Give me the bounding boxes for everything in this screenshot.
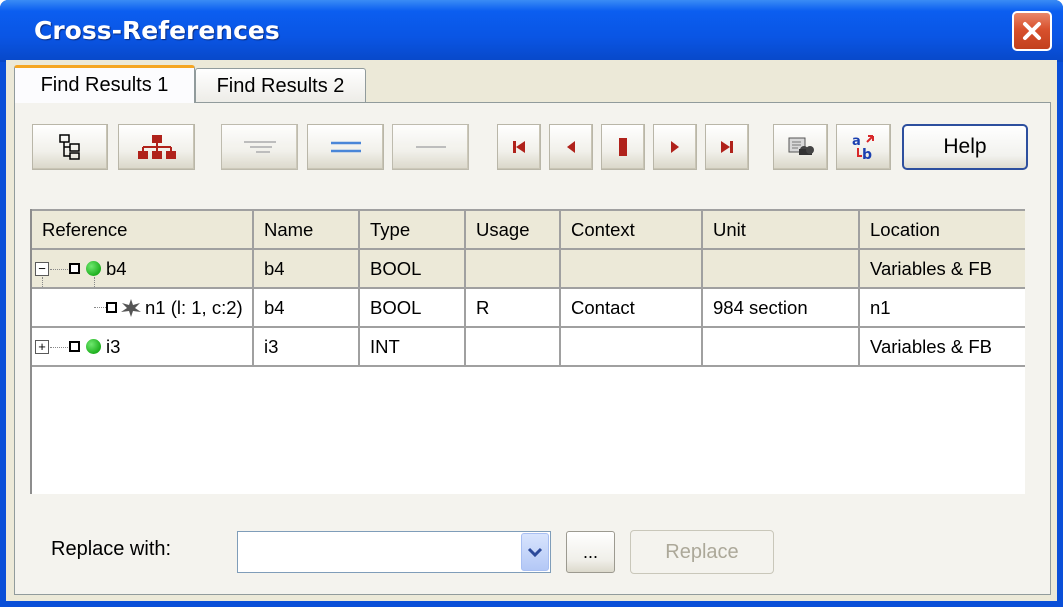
tree-view-icon [59,134,80,160]
tree-line [50,347,68,348]
column-header-reference[interactable]: Reference [32,211,254,248]
type-cell: INT [360,328,466,365]
location-cell: Variables & FB [870,257,993,279]
hierarchy-icon [137,135,176,159]
table-row[interactable]: + i3 i3 INT Variables & FB [32,328,1025,367]
column-header-context[interactable]: Context [561,211,703,248]
close-button[interactable] [1012,11,1052,51]
reference-label: i3 [106,336,121,357]
reference-cell: − b4 [32,250,254,287]
title-bar[interactable]: Cross-References [0,0,1063,62]
reference-cell: + i3 [32,328,254,365]
status-dot-icon [86,261,101,276]
previous-icon [567,141,575,153]
tab-find-results-1[interactable]: Find Results 1 [14,65,195,103]
column-header-type[interactable]: Type [360,211,466,248]
tab-find-results-2[interactable]: Find Results 2 [195,68,366,104]
status-dot-icon [86,339,101,354]
grid-header: Reference Name Type Usage Context Unit L… [32,209,1025,250]
svg-text:a: a [852,134,861,149]
location-cell: n1 [870,296,891,318]
tree-line [50,269,68,270]
find-button[interactable] [773,124,828,170]
checkbox-icon[interactable] [69,341,80,352]
filter-lines-button[interactable] [221,124,298,170]
replace-with-label: Replace with: [51,538,172,560]
hierarchy-button[interactable] [118,124,195,170]
name-cell: b4 [254,289,360,326]
context-cell [561,250,703,287]
results-grid: Reference Name Type Usage Context Unit L… [30,209,1025,494]
dropdown-button[interactable] [521,533,549,571]
table-row[interactable]: − b4 b4 BOOL Variables & FB [32,250,1025,289]
last-button[interactable] [705,124,749,170]
context-cell: Contact [561,289,703,326]
replace-ab-icon: a b [852,134,874,162]
browse-button[interactable]: ... [566,531,615,573]
cross-references-window: Cross-References Find Results 1 Find Res… [0,0,1063,607]
stop-button[interactable] [601,124,645,170]
usage-cell [466,328,561,365]
name-cell: b4 [254,250,360,287]
type-cell: BOOL [360,250,466,287]
close-icon [1023,22,1041,40]
help-button[interactable]: Help [902,124,1028,170]
equal-lines-icon [330,141,361,153]
next-button[interactable] [653,124,697,170]
next-icon [671,141,679,153]
type-cell: BOOL [360,289,466,326]
contact-icon [121,299,141,317]
single-line-button[interactable] [392,124,469,170]
find-icon [788,137,814,155]
location-cell: Variables & FB [870,335,993,357]
replace-ab-button[interactable]: a b [836,124,891,170]
usage-cell: R [466,289,561,326]
replace-button[interactable]: Replace [630,530,774,574]
reference-label: b4 [106,258,127,279]
replace-with-combobox[interactable] [237,531,551,573]
svg-text:b: b [862,147,872,162]
tree-line [94,307,106,308]
usage-cell [466,250,561,287]
unit-cell [703,328,860,365]
reference-cell: n1 (l: 1, c:2) [32,289,254,326]
first-icon [513,141,525,153]
tab-panel: a b Help Reference Name Type Usage Conte… [14,102,1051,595]
column-header-name[interactable]: Name [254,211,360,248]
stop-icon [619,138,627,156]
reference-label: n1 (l: 1, c:2) [145,297,243,318]
filter-lines-icon [243,141,276,153]
column-header-location[interactable]: Location [860,211,1025,248]
tree-line [94,277,95,287]
tree-view-button[interactable] [32,124,108,170]
column-header-unit[interactable]: Unit [703,211,860,248]
tree-line [42,277,43,287]
dialog-body: Find Results 1 Find Results 2 a b Help R… [6,60,1057,601]
checkbox-icon[interactable] [69,263,80,274]
column-header-usage[interactable]: Usage [466,211,561,248]
unit-cell: 984 section [703,289,860,326]
window-title: Cross-References [34,16,280,45]
chevron-down-icon [527,547,543,558]
context-cell [561,328,703,365]
table-row[interactable]: n1 (l: 1, c:2) b4 BOOL R Contact 984 sec… [32,289,1025,328]
checkbox-icon[interactable] [106,302,117,313]
equal-lines-button[interactable] [307,124,384,170]
collapse-toggle[interactable]: − [35,262,49,276]
previous-button[interactable] [549,124,593,170]
name-cell: i3 [254,328,360,365]
unit-cell [703,250,860,287]
expand-toggle[interactable]: + [35,340,49,354]
single-line-icon [415,146,446,148]
last-icon [721,141,733,153]
first-button[interactable] [497,124,541,170]
